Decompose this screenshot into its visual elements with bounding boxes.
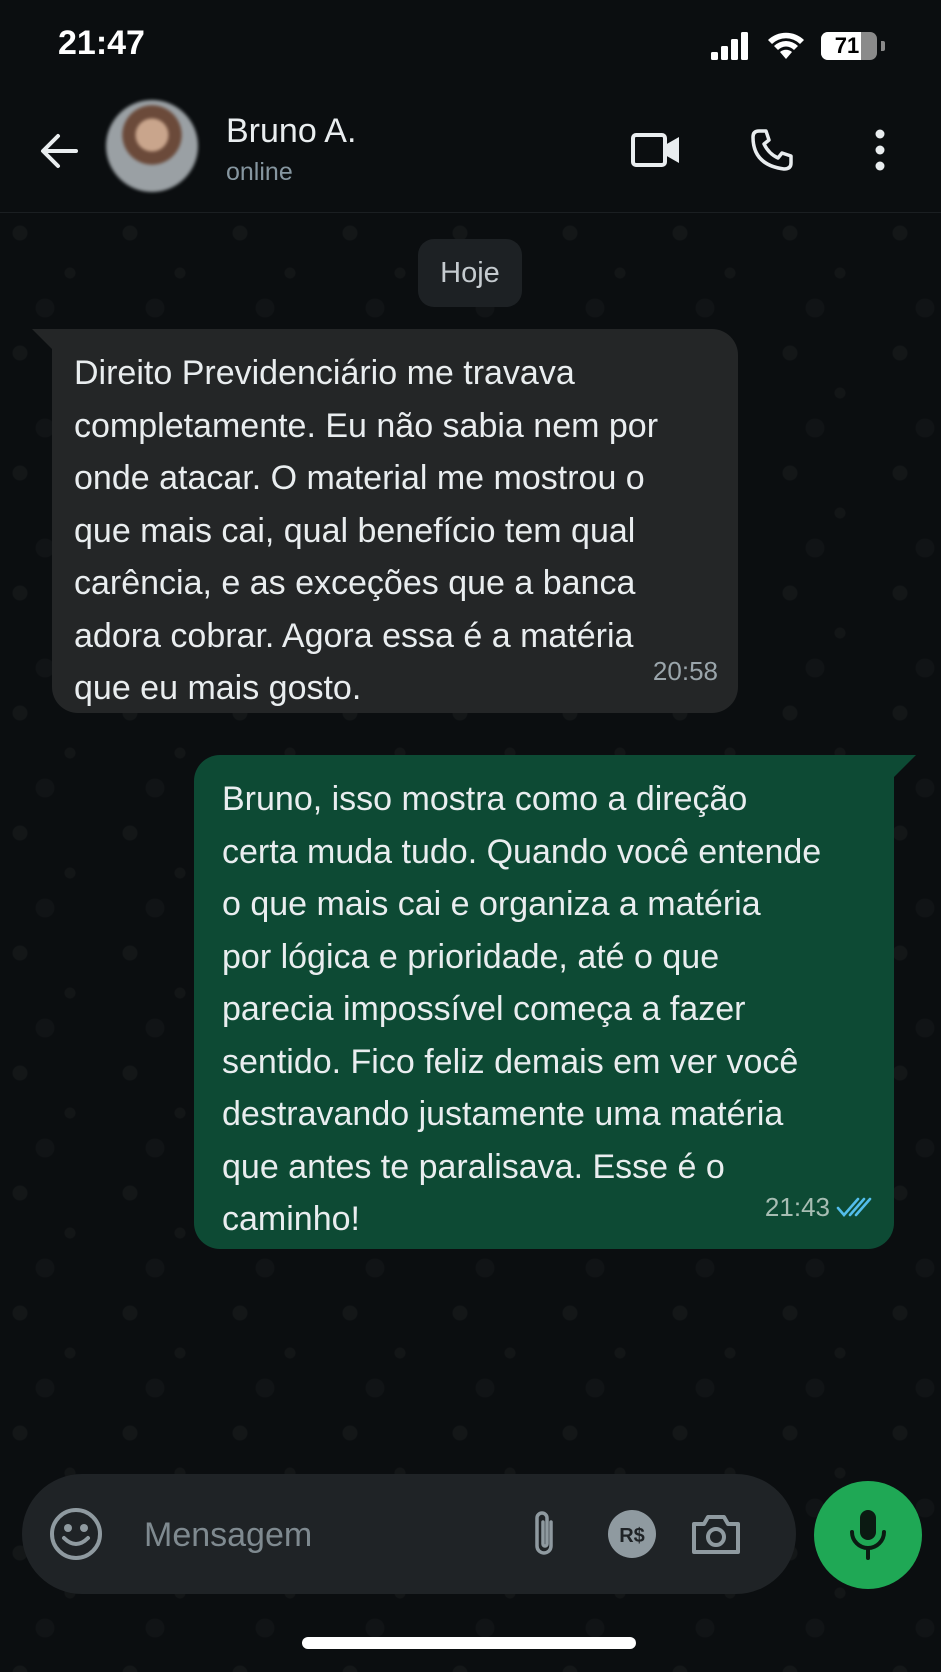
svg-text:R$: R$ bbox=[619, 1525, 645, 1547]
emoji-button[interactable] bbox=[46, 1504, 106, 1564]
back-button[interactable] bbox=[34, 126, 84, 176]
message-meta: 21:43 bbox=[765, 1181, 874, 1234]
camera-button[interactable] bbox=[686, 1504, 746, 1564]
more-vertical-icon bbox=[875, 129, 885, 171]
message-time: 20:58 bbox=[652, 655, 718, 686]
phone-icon bbox=[751, 129, 793, 171]
voice-message-button[interactable] bbox=[814, 1481, 922, 1589]
incoming-message[interactable]: Direito Previdenciário me travava comple… bbox=[52, 329, 738, 713]
battery-icon: 71 bbox=[821, 32, 877, 60]
message-time: 21:43 bbox=[764, 1191, 830, 1222]
date-chip: Hoje bbox=[418, 239, 522, 307]
brl-payment-icon: R$ bbox=[608, 1510, 656, 1558]
double-check-icon bbox=[836, 1197, 872, 1217]
voice-call-button[interactable] bbox=[742, 120, 802, 180]
home-indicator[interactable] bbox=[302, 1637, 636, 1649]
message-input[interactable] bbox=[142, 1502, 526, 1568]
outgoing-message[interactable]: Bruno, isso mostra como a direção certa … bbox=[194, 755, 894, 1249]
incoming-bubble-tail bbox=[32, 329, 54, 351]
back-arrow-icon bbox=[41, 134, 78, 168]
message-text: Direito Previdenciário me travava comple… bbox=[74, 354, 659, 707]
attach-button[interactable] bbox=[514, 1504, 574, 1564]
camera-icon bbox=[692, 1515, 740, 1554]
message-text: Bruno, isso mostra como a direção certa … bbox=[222, 780, 822, 1238]
status-time: 21:47 bbox=[58, 24, 145, 62]
contact-name[interactable]: Bruno A. bbox=[226, 112, 356, 151]
battery-level: 71 bbox=[834, 33, 860, 58]
payment-button[interactable]: R$ bbox=[602, 1504, 662, 1564]
paperclip-icon bbox=[535, 1511, 553, 1555]
contact-status: online bbox=[226, 158, 293, 186]
more-options-button[interactable] bbox=[850, 120, 910, 180]
signal-icon bbox=[711, 32, 748, 60]
status-bar: 21:47 71 bbox=[0, 0, 941, 90]
video-call-button[interactable] bbox=[626, 120, 686, 180]
message-composer: R$ bbox=[22, 1474, 796, 1594]
battery-tip bbox=[881, 41, 885, 51]
microphone-icon bbox=[850, 1510, 886, 1560]
outgoing-bubble-tail bbox=[894, 755, 916, 777]
emoji-icon bbox=[50, 1508, 102, 1560]
chat-header: Bruno A. online bbox=[0, 90, 941, 213]
message-meta: 20:58 bbox=[653, 645, 718, 698]
video-camera-icon bbox=[631, 133, 679, 167]
chat-area[interactable]: Hoje Direito Previdenciário me travava c… bbox=[0, 213, 941, 1672]
avatar[interactable] bbox=[106, 100, 198, 192]
status-icons: 71 bbox=[711, 30, 885, 62]
wifi-icon bbox=[768, 32, 804, 59]
